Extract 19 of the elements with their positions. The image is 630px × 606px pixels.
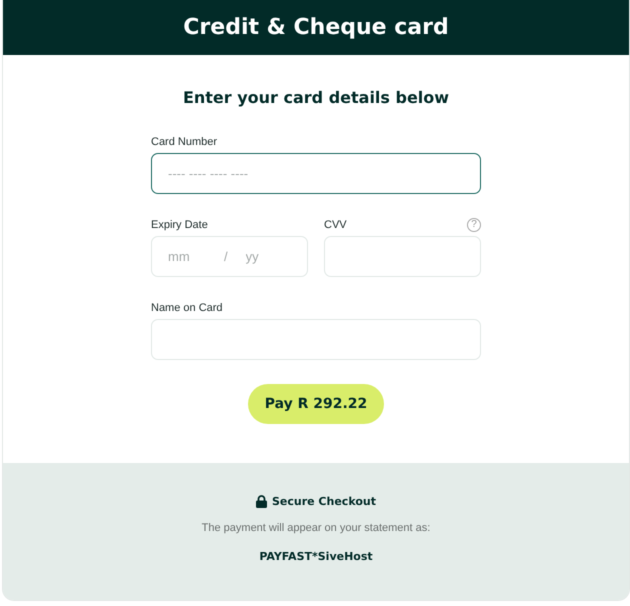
expiry-date-field[interactable]: mm / yy bbox=[151, 236, 308, 277]
form-heading: Enter your card details below bbox=[182, 88, 450, 107]
card-number-field[interactable]: ---- ---- ---- ---- bbox=[151, 153, 481, 194]
field-label: Expiry Date bbox=[151, 218, 209, 232]
lock-icon bbox=[256, 495, 267, 508]
cvv-field[interactable] bbox=[324, 236, 481, 277]
page-title: Credit & Cheque card bbox=[183, 15, 449, 40]
date-separator: / bbox=[224, 249, 228, 264]
pay-button[interactable]: Pay R 292.22 bbox=[248, 384, 384, 424]
statement-descriptor: PAYFAST*SiveHost bbox=[259, 550, 373, 563]
field-label: Card Number bbox=[151, 135, 218, 149]
name-on-card-field[interactable] bbox=[151, 319, 481, 360]
secure-checkout-text: Secure Checkout bbox=[272, 495, 376, 508]
help-icon[interactable]: ? bbox=[467, 218, 481, 232]
field-label: CVV bbox=[324, 218, 347, 232]
year-field[interactable]: yy bbox=[246, 249, 286, 264]
statement-note: The payment will appear on your statement as: bbox=[202, 522, 430, 534]
field-label: Name on Card bbox=[151, 301, 224, 315]
month-field[interactable]: mm bbox=[168, 249, 208, 264]
